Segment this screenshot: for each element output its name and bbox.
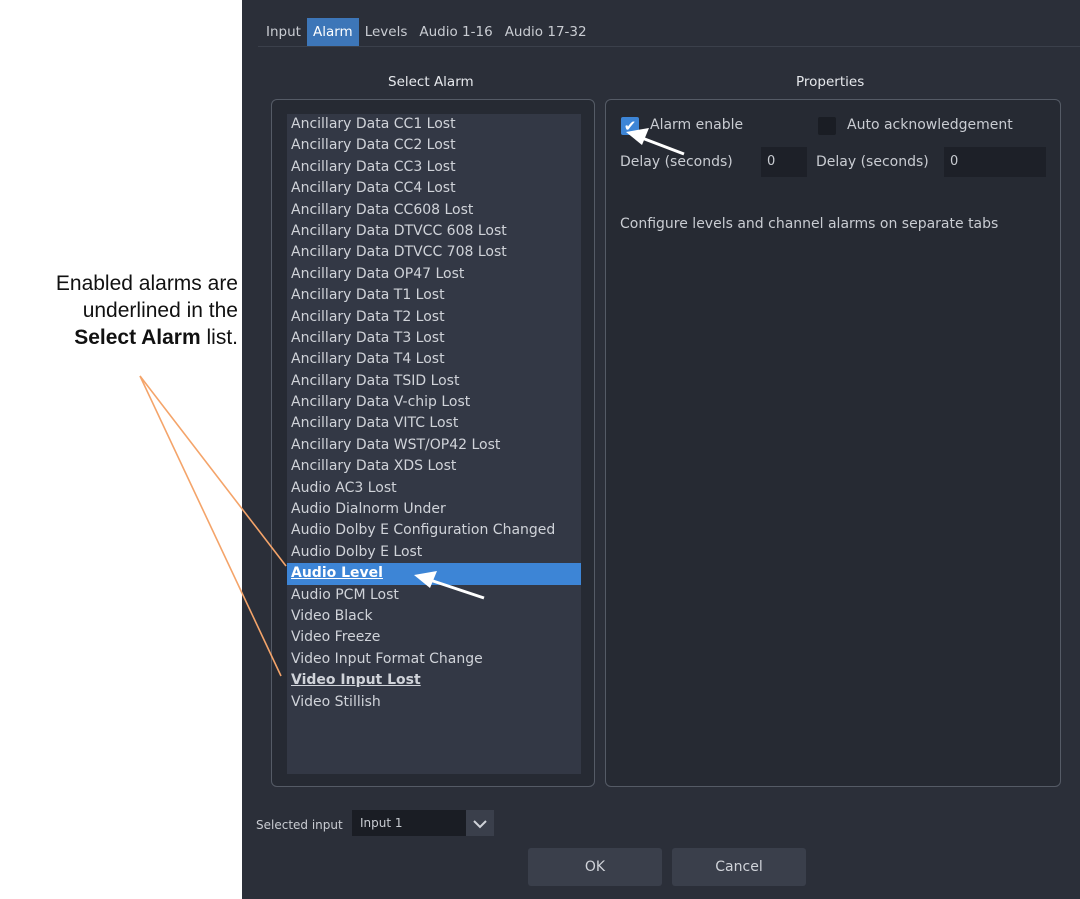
list-item[interactable]: Ancillary Data VITC Lost [287, 413, 581, 434]
list-item[interactable]: Ancillary Data DTVCC 708 Lost [287, 242, 581, 263]
callout-line-3: Select Alarm list. [6, 324, 238, 351]
ok-button[interactable]: OK [528, 848, 662, 886]
properties-panel: ✔ Alarm enable Auto acknowledgement Dela… [605, 99, 1061, 787]
list-item[interactable]: Video Black [287, 606, 581, 627]
list-item[interactable]: Audio Dolby E Configuration Changed [287, 520, 581, 541]
list-item[interactable]: Audio Level [287, 563, 581, 585]
list-item[interactable]: Ancillary Data CC4 Lost [287, 178, 581, 199]
delay-label-1: Delay (seconds) [620, 154, 733, 170]
select-alarm-panel: Ancillary Data CC1 Lost Ancillary Data CC… [271, 99, 595, 787]
list-item[interactable]: Ancillary Data CC1 Lost [287, 114, 581, 135]
callout-bold: Select Alarm [74, 326, 201, 349]
list-item[interactable]: Ancillary Data CC2 Lost [287, 135, 581, 156]
list-item[interactable]: Video Freeze [287, 627, 581, 648]
list-item[interactable]: Ancillary Data CC608 Lost [287, 200, 581, 221]
chevron-down-icon[interactable] [466, 810, 494, 836]
alarm-list[interactable]: Ancillary Data CC1 Lost Ancillary Data CC… [287, 114, 581, 774]
list-item[interactable]: Audio AC3 Lost [287, 478, 581, 499]
tab-alarm[interactable]: Alarm [306, 18, 359, 46]
auto-ack-checkbox[interactable] [818, 117, 836, 135]
tab-audio-1-16[interactable]: Audio 1-16 [413, 18, 498, 46]
properties-note: Configure levels and channel alarms on s… [620, 216, 999, 232]
selected-input-combo[interactable]: Input 1 [352, 810, 494, 836]
list-item[interactable]: Video Input Lost [287, 670, 581, 691]
selected-input-label: Selected input [256, 818, 343, 832]
list-item[interactable]: Video Stillish [287, 692, 581, 713]
delay-label-2: Delay (seconds) [816, 154, 929, 170]
list-item[interactable]: Ancillary Data TSID Lost [287, 371, 581, 392]
list-item[interactable]: Ancillary Data T3 Lost [287, 328, 581, 349]
list-item[interactable]: Audio Dialnorm Under [287, 499, 581, 520]
tab-levels[interactable]: Levels [359, 18, 414, 46]
cancel-button[interactable]: Cancel [672, 848, 806, 886]
list-item[interactable]: Ancillary Data T4 Lost [287, 349, 581, 370]
list-item[interactable]: Ancillary Data CC3 Lost [287, 157, 581, 178]
list-item[interactable]: Ancillary Data DTVCC 608 Lost [287, 221, 581, 242]
list-item[interactable]: Ancillary Data T2 Lost [287, 307, 581, 328]
tab-bar: Input Alarm Levels Audio 1-16 Audio 17-32 [260, 18, 593, 46]
properties-title: Properties [796, 74, 865, 90]
list-item[interactable]: Ancillary Data V-chip Lost [287, 392, 581, 413]
callout-text: Enabled alarms are underlined in the Sel… [6, 270, 238, 351]
alarm-enable-label: Alarm enable [650, 117, 744, 133]
check-icon: ✔ [623, 117, 637, 135]
list-item[interactable]: Video Input Format Change [287, 649, 581, 670]
tab-audio-17-32[interactable]: Audio 17-32 [499, 18, 593, 46]
list-item[interactable]: Audio Dolby E Lost [287, 542, 581, 563]
delay-input-2[interactable]: 0 [944, 147, 1046, 177]
list-item[interactable]: Audio PCM Lost [287, 585, 581, 606]
auto-ack-label: Auto acknowledgement [847, 117, 1013, 133]
selected-input-value: Input 1 [360, 816, 403, 830]
list-item[interactable]: Ancillary Data OP47 Lost [287, 264, 581, 285]
callout-line-1: Enabled alarms are [55, 272, 238, 295]
tab-bar-divider [258, 46, 1080, 47]
callout-tail: list. [200, 326, 238, 349]
select-alarm-title: Select Alarm [388, 74, 474, 90]
callout-line-2: underlined in the [82, 299, 238, 322]
alarm-dialog: Input Alarm Levels Audio 1-16 Audio 17-32 Se… [242, 0, 1080, 899]
list-item[interactable]: Ancillary Data T1 Lost [287, 285, 581, 306]
tab-input[interactable]: Input [260, 18, 307, 46]
alarm-enable-checkbox[interactable]: ✔ [621, 117, 639, 135]
delay-input-1[interactable]: 0 [761, 147, 807, 177]
list-item[interactable]: Ancillary Data XDS Lost [287, 456, 581, 477]
list-item[interactable]: Ancillary Data WST/OP42 Lost [287, 435, 581, 456]
